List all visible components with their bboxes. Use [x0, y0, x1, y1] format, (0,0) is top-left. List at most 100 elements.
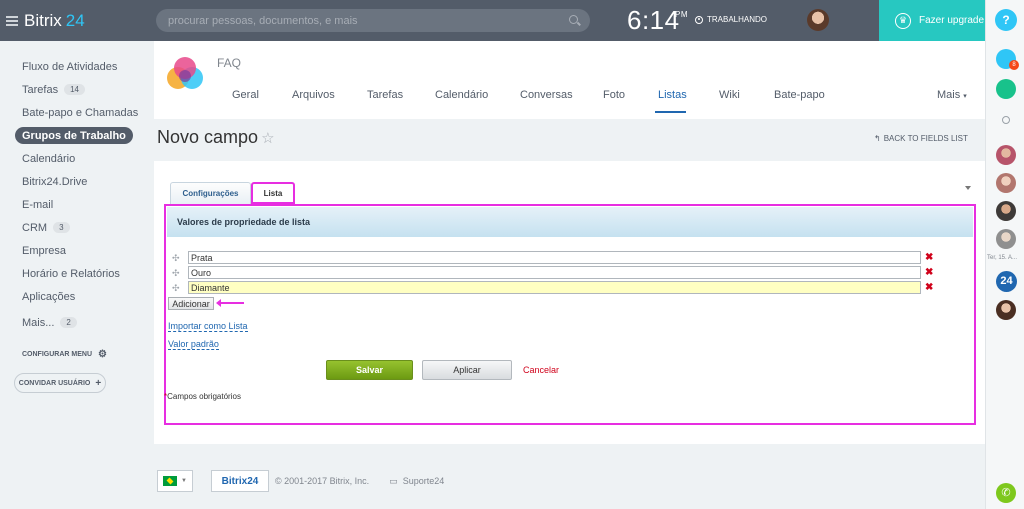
list-value-row: ✣ ✖	[172, 266, 933, 279]
plus-icon: +	[95, 377, 102, 389]
contact-avatar-label: Ter, 15. A...	[987, 255, 1018, 261]
list-value-input[interactable]	[188, 281, 921, 294]
tab-configuracoes[interactable]: Configurações	[170, 182, 251, 204]
sidebar-item-apps[interactable]: Aplicações	[22, 288, 75, 305]
counter-badge: 14	[64, 84, 85, 95]
sidebar-item-tasks[interactable]: Tarefas 14	[22, 81, 85, 98]
clock[interactable]: 6:14 PM	[627, 5, 688, 36]
default-value-link[interactable]: Valor padrão	[168, 339, 219, 350]
language-selector[interactable]: ▼	[157, 470, 193, 492]
apply-button[interactable]: Aplicar	[422, 360, 512, 380]
tab-general[interactable]: Geral	[232, 89, 259, 101]
list-value-row: ✣ ✖	[172, 251, 933, 264]
chat-icon: ▭	[389, 475, 398, 486]
sidebar-item-calendar[interactable]: Calendário	[22, 150, 75, 167]
footer: ▼ Bitrix24 © 2001-2017 Bitrix, Inc. ▭ Sup…	[157, 470, 444, 492]
tab-files[interactable]: Arquivos	[292, 89, 335, 101]
upgrade-button[interactable]: ♛ Fazer upgrade	[879, 0, 985, 41]
work-status-label: TRABALHANDO	[707, 15, 768, 24]
clock-time: 6:14	[627, 5, 680, 35]
footer-brand[interactable]: Bitrix24	[211, 470, 269, 492]
sidebar-item-drive[interactable]: Bitrix24.Drive	[22, 173, 87, 190]
sidebar-item-company[interactable]: Empresa	[22, 242, 66, 259]
phone-icon[interactable]: ✆	[996, 483, 1016, 503]
contact-avatar[interactable]	[996, 145, 1016, 165]
group-title: FAQ	[217, 56, 242, 70]
group-logo-icon	[167, 57, 203, 89]
cancel-link[interactable]: Cancelar	[523, 365, 559, 375]
upgrade-label: Fazer upgrade	[919, 15, 985, 26]
sidebar-item-timeman[interactable]: Horário e Relatórios	[22, 265, 120, 282]
app-name: Bitrix	[24, 11, 62, 30]
tab-tasks[interactable]: Tarefas	[367, 89, 403, 101]
star-icon[interactable]: ☆	[261, 130, 274, 147]
active-tab-underline	[655, 111, 686, 113]
list-value-input[interactable]	[188, 266, 921, 279]
delete-icon[interactable]: ✖	[925, 267, 933, 278]
bitrix24-icon[interactable]: 24	[996, 271, 1017, 292]
contact-avatar[interactable]	[996, 173, 1016, 193]
chevron-down-icon: ▾	[963, 93, 967, 100]
tab-lists[interactable]: Listas	[658, 89, 687, 101]
add-value-button[interactable]: Adicionar	[168, 297, 214, 310]
required-note: *Campos obrigatórios	[164, 392, 241, 401]
drag-handle-icon[interactable]: ✣	[172, 283, 180, 292]
contact-avatar[interactable]	[996, 300, 1016, 320]
sidebar-item-activity[interactable]: Fluxo de Atividades	[22, 58, 117, 75]
tab-conversations[interactable]: Conversas	[520, 89, 573, 101]
search-input[interactable]	[168, 12, 558, 29]
sidebar-item-crm[interactable]: CRM 3	[22, 219, 70, 236]
collapse-icon[interactable]	[965, 186, 971, 190]
sidebar-item-email[interactable]: E-mail	[22, 196, 53, 213]
list-values-section: Valores de propriedade de lista ✣ ✖ ✣ ✖ …	[164, 204, 976, 425]
invite-user-button[interactable]: CONVIDAR USUÁRIO +	[14, 373, 106, 393]
tab-more[interactable]: Mais ▾	[937, 89, 967, 101]
brazil-flag-icon	[163, 476, 178, 486]
save-button[interactable]: Salvar	[326, 360, 413, 380]
sidebar: Fluxo de Atividades Tarefas 14 Bate-papo …	[0, 41, 153, 509]
copyright: © 2001-2017 Bitrix, Inc.	[275, 476, 370, 486]
top-bar: Bitrix 24 6:14 PM TRABALHANDO ♛ Fazer up…	[0, 0, 1024, 41]
list-value-row: ✣ ✖	[172, 281, 933, 294]
global-search[interactable]	[156, 9, 590, 32]
config-menu-button[interactable]: CONFIGURAR MENU ⚙	[22, 349, 107, 360]
drag-handle-icon[interactable]: ✣	[172, 268, 180, 277]
gear-icon: ⚙	[98, 349, 107, 360]
group-tabs: Geral Arquivos Tarefas Calendário Conver…	[154, 89, 985, 119]
section-title: Valores de propriedade de lista	[167, 207, 973, 237]
tab-wiki[interactable]: Wiki	[719, 89, 740, 101]
counter-badge: 2	[60, 317, 77, 328]
counter-badge: 3	[53, 222, 70, 233]
import-list-link[interactable]: Importar como Lista	[168, 321, 248, 332]
user-avatar[interactable]	[807, 9, 829, 31]
delete-icon[interactable]: ✖	[925, 252, 933, 263]
notification-badge: 8	[1009, 60, 1019, 70]
search-icon[interactable]	[569, 15, 578, 24]
help-button[interactable]: ?	[995, 9, 1017, 31]
tab-photo[interactable]: Foto	[603, 89, 625, 101]
contact-avatar[interactable]	[996, 229, 1016, 249]
delete-icon[interactable]: ✖	[925, 282, 933, 293]
work-status[interactable]: TRABALHANDO	[695, 15, 767, 24]
sidebar-item-chat[interactable]: Bate-papo e Chamadas	[22, 104, 138, 121]
search-icon[interactable]	[1002, 116, 1010, 124]
status-icon	[695, 15, 703, 24]
annotation-arrow	[216, 299, 244, 307]
support-link[interactable]: ▭ Suporte24	[389, 476, 444, 487]
messenger-icon[interactable]	[996, 79, 1016, 99]
page-title: Novo campo ☆	[157, 127, 275, 147]
app-logo[interactable]: Bitrix 24	[6, 11, 85, 31]
tab-lista[interactable]: Lista	[251, 182, 295, 204]
sidebar-item-more[interactable]: Mais... 2	[22, 314, 77, 331]
crown-icon: ♛	[895, 12, 911, 29]
contact-avatar[interactable]	[996, 201, 1016, 221]
menu-icon[interactable]	[6, 16, 18, 26]
app-version: 24	[65, 11, 85, 30]
back-arrow-icon: ↰	[874, 134, 881, 143]
tab-chat[interactable]: Bate-papo	[774, 89, 825, 101]
sidebar-item-workgroups[interactable]: Grupos de Trabalho	[15, 127, 133, 144]
list-value-input[interactable]	[188, 251, 921, 264]
tab-calendar[interactable]: Calendário	[435, 89, 488, 101]
drag-handle-icon[interactable]: ✣	[172, 253, 180, 262]
back-to-fields-link[interactable]: ↰ BACK TO FIELDS LIST	[874, 134, 968, 143]
